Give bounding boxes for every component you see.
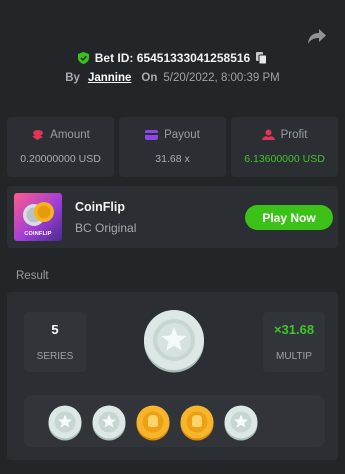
result-title: Result bbox=[16, 270, 49, 282]
game-thumbnail[interactable]: COINFLIP bbox=[14, 193, 62, 241]
stat-profit-label: Profit bbox=[280, 129, 308, 141]
gold-coin-icon bbox=[136, 405, 170, 441]
stat-payout-value: 31.68 x bbox=[155, 153, 190, 165]
payout-icon bbox=[145, 130, 159, 140]
silver-coin-icon bbox=[224, 405, 258, 441]
silver-coin-icon bbox=[144, 310, 204, 373]
by-label: By bbox=[65, 72, 80, 84]
bet-datetime: 5/20/2022, 8:00:39 PM bbox=[163, 72, 280, 84]
multiplier-label: MULTIP bbox=[276, 351, 312, 362]
share-icon[interactable] bbox=[307, 28, 327, 46]
verified-shield-icon bbox=[77, 52, 89, 64]
game-provider: BC Original bbox=[75, 221, 137, 235]
multiplier-box: ×31.68 MULTIP bbox=[263, 312, 325, 372]
stat-payout-label: Payout bbox=[164, 129, 200, 141]
play-now-button[interactable]: Play Now bbox=[245, 205, 333, 230]
bet-id-value: 65451333041258516 bbox=[136, 51, 251, 65]
coins-icon bbox=[32, 130, 44, 140]
gold-coin-icon bbox=[180, 405, 214, 441]
profit-icon bbox=[261, 129, 275, 140]
silver-coin-icon bbox=[48, 405, 82, 441]
silver-coin-icon bbox=[92, 405, 126, 441]
copy-icon[interactable] bbox=[256, 52, 268, 64]
game-card: COINFLIP CoinFlip BC Original Play Now bbox=[7, 186, 338, 248]
result-panel: 5 SERIES ×31.68 MULTIP bbox=[7, 292, 338, 460]
bet-stats: Amount 0.20000000 USD Payout 31.68 x Pro… bbox=[7, 117, 338, 177]
bet-id-line: Bet ID: 65451333041258516 bbox=[0, 51, 345, 65]
user-link[interactable]: Jannine bbox=[88, 72, 131, 84]
stat-amount-value: 0.20000000 USD bbox=[20, 153, 101, 165]
stat-profit: Profit 6.13600000 USD bbox=[231, 117, 338, 177]
game-thumbnail-text: COINFLIP bbox=[24, 231, 52, 237]
coin-results-row bbox=[24, 395, 325, 447]
stat-payout: Payout 31.68 x bbox=[119, 117, 226, 177]
bet-meta-line: By Jannine On 5/20/2022, 8:00:39 PM bbox=[0, 72, 345, 84]
bet-id-label: Bet ID: bbox=[94, 51, 134, 65]
on-label: On bbox=[141, 72, 158, 84]
multiplier-value: ×31.68 bbox=[273, 322, 315, 337]
game-name: CoinFlip bbox=[75, 200, 125, 214]
stat-amount-label: Amount bbox=[50, 129, 90, 141]
stat-amount: Amount 0.20000000 USD bbox=[7, 117, 114, 177]
series-value: 5 bbox=[51, 322, 59, 337]
stat-profit-value: 6.13600000 USD bbox=[244, 153, 325, 165]
series-box: 5 SERIES bbox=[24, 312, 86, 372]
series-label: SERIES bbox=[36, 351, 74, 362]
